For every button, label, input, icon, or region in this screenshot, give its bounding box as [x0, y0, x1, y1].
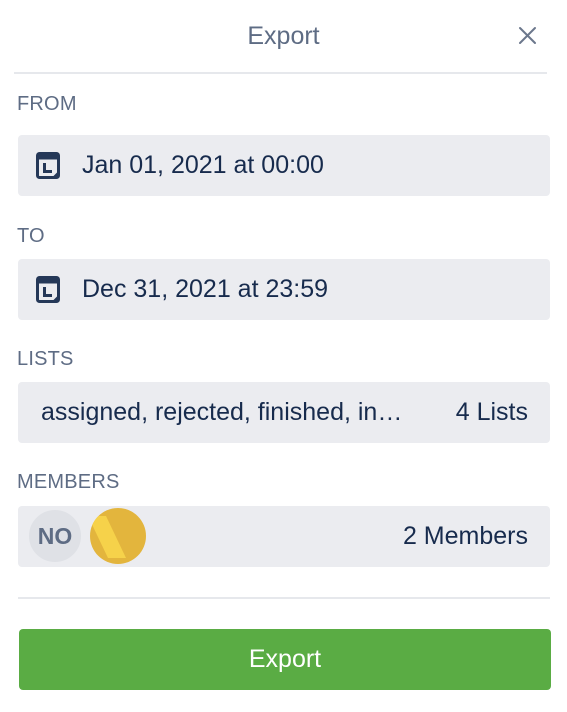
close-button[interactable]	[508, 16, 548, 56]
calendar-icon	[36, 152, 60, 179]
avatar-logo-icon	[90, 516, 126, 558]
export-dialog: Export FROM Jan 01, 2021 at 00:00 TO Dec…	[0, 0, 567, 712]
members-label: MEMBERS	[17, 471, 120, 493]
from-label: FROM	[17, 93, 77, 115]
avatar: NO	[27, 508, 83, 564]
from-date-field[interactable]: Jan 01, 2021 at 00:00	[18, 135, 550, 196]
lists-value: assigned, rejected, finished, in…	[41, 398, 403, 426]
close-icon	[519, 27, 536, 44]
calendar-icon	[36, 276, 60, 303]
to-label: TO	[17, 225, 45, 247]
dialog-title: Export	[247, 22, 320, 50]
from-date-value: Jan 01, 2021 at 00:00	[82, 151, 324, 179]
footer-divider	[18, 597, 550, 599]
export-button[interactable]: Export	[19, 629, 551, 690]
members-selector[interactable]: NO 2 Members	[18, 506, 550, 567]
lists-label: LISTS	[17, 348, 74, 370]
header-divider	[14, 72, 547, 74]
lists-selector[interactable]: assigned, rejected, finished, in… 4 List…	[18, 382, 550, 443]
to-date-value: Dec 31, 2021 at 23:59	[82, 275, 329, 303]
to-date-field[interactable]: Dec 31, 2021 at 23:59	[18, 259, 550, 320]
members-count: 2 Members	[402, 522, 528, 550]
avatar	[90, 508, 146, 564]
lists-count: 4 Lists	[455, 398, 528, 426]
dialog-header: Export	[0, 0, 567, 74]
